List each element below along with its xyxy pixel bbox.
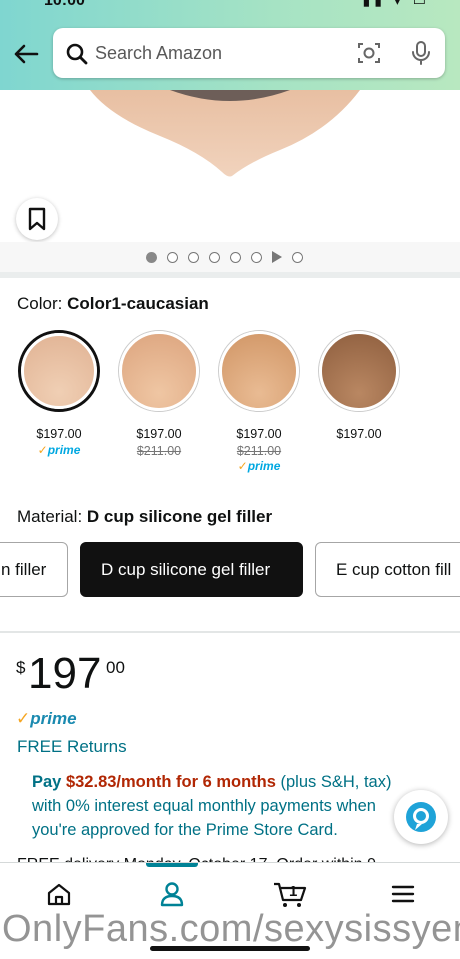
swatch-image bbox=[319, 331, 399, 411]
swatch-price: $197.00 bbox=[236, 427, 282, 441]
swatch-image bbox=[21, 333, 97, 409]
prime-text: prime bbox=[47, 443, 81, 457]
search-icon bbox=[66, 43, 88, 65]
material-option-selected[interactable]: D cup silicone gel filler bbox=[80, 542, 303, 597]
search-bar[interactable] bbox=[53, 28, 445, 78]
price-whole: 197 bbox=[28, 649, 102, 698]
arrow-left-icon bbox=[14, 44, 39, 64]
color-swatch-1[interactable] bbox=[18, 330, 100, 412]
camera-scan-icon[interactable] bbox=[357, 41, 381, 65]
nav-menu[interactable] bbox=[378, 877, 428, 911]
microphone-icon[interactable] bbox=[411, 40, 431, 66]
price-symbol: $ bbox=[16, 658, 26, 677]
product-photo bbox=[90, 90, 360, 177]
svg-text:1: 1 bbox=[289, 883, 297, 900]
gallery-pagination[interactable] bbox=[146, 250, 303, 264]
material-option[interactable]: E cup cotton fill bbox=[315, 542, 460, 597]
pay-suffix: (plus S&H, tax) bbox=[280, 773, 392, 791]
save-to-list-button[interactable] bbox=[16, 198, 58, 240]
prime-check-icon: ✓ bbox=[16, 709, 31, 728]
status-icons: ▮▮ ▾ ▭ bbox=[362, 0, 430, 8]
financing-offer[interactable]: Pay $32.83/month for 6 months (plus S&H,… bbox=[32, 770, 432, 842]
selected-color: Color1-caucasian bbox=[67, 294, 209, 313]
nav-account[interactable] bbox=[147, 877, 197, 911]
active-tab-indicator bbox=[146, 863, 198, 867]
home-indicator[interactable] bbox=[150, 946, 310, 951]
color-swatch-4[interactable] bbox=[318, 330, 400, 412]
gallery-dot[interactable] bbox=[292, 251, 303, 263]
video-play-icon[interactable] bbox=[272, 251, 282, 263]
watermark: OnlyFans.com/sexysissyen bbox=[2, 908, 460, 950]
swatch-image bbox=[219, 331, 299, 411]
cart-icon: 1 bbox=[274, 882, 307, 907]
swatch-list-price: $211.00 bbox=[236, 444, 282, 458]
section-divider bbox=[0, 272, 460, 278]
product-image[interactable] bbox=[0, 90, 460, 242]
pay-word: Pay bbox=[32, 773, 62, 791]
hamburger-menu-icon bbox=[391, 885, 415, 903]
bookmark-icon bbox=[28, 207, 46, 231]
swatch-price: $197.00 bbox=[336, 427, 382, 441]
price-fraction: 00 bbox=[106, 658, 125, 677]
swatch-prime-badge: ✓prime bbox=[218, 459, 300, 473]
home-icon bbox=[47, 883, 71, 906]
material-label-text: Material: bbox=[17, 507, 83, 526]
pay-line-2: with 0% interest equal monthly payments … bbox=[32, 797, 376, 815]
person-icon bbox=[160, 882, 184, 907]
prime-check-icon: ✓ bbox=[237, 459, 248, 473]
gallery-dot[interactable] bbox=[251, 251, 262, 263]
gallery-dot[interactable] bbox=[209, 251, 220, 263]
alexa-icon bbox=[406, 802, 436, 832]
prime-badge: ✓prime bbox=[16, 709, 77, 729]
nav-home[interactable] bbox=[34, 877, 84, 911]
alexa-button[interactable] bbox=[394, 790, 448, 844]
swatch-prime-badge: ✓prime bbox=[18, 443, 100, 457]
status-time: 10:00 bbox=[44, 0, 85, 9]
gallery-dot[interactable] bbox=[230, 251, 241, 263]
gallery-dot[interactable] bbox=[167, 251, 178, 263]
swatch-list-price: $211.00 bbox=[136, 444, 182, 458]
color-swatch-2[interactable] bbox=[118, 330, 200, 412]
color-label: Color: Color1-caucasian bbox=[17, 294, 209, 314]
gallery-dot[interactable] bbox=[188, 251, 199, 263]
prime-text: prime bbox=[247, 459, 281, 473]
free-returns-link[interactable]: FREE Returns bbox=[17, 737, 127, 757]
pay-line-3: you're approved for the Prime Store Card… bbox=[32, 821, 338, 839]
prime-text: prime bbox=[30, 709, 77, 728]
color-swatch-3[interactable] bbox=[218, 330, 300, 412]
nav-cart[interactable]: 1 bbox=[265, 877, 315, 911]
material-option[interactable]: n filler bbox=[0, 542, 68, 597]
monthly-amount: $32.83/month for 6 months bbox=[65, 773, 276, 791]
selected-material: D cup silicone gel filler bbox=[86, 507, 273, 526]
color-label-text: Color: bbox=[17, 294, 63, 313]
app-header: 10:00 ▮▮ ▾ ▭ bbox=[0, 0, 460, 90]
swatch-price: $197.00 bbox=[36, 427, 82, 441]
section-divider bbox=[0, 631, 460, 633]
gallery-dot[interactable] bbox=[146, 251, 157, 263]
swatch-image bbox=[119, 331, 199, 411]
material-label: Material: D cup silicone gel filler bbox=[17, 507, 272, 527]
status-bar: 10:00 ▮▮ ▾ ▭ bbox=[0, 0, 460, 14]
back-button[interactable] bbox=[8, 36, 44, 72]
prime-check-icon: ✓ bbox=[37, 443, 48, 457]
swatch-price: $197.00 bbox=[136, 427, 182, 441]
search-input[interactable] bbox=[95, 40, 335, 66]
